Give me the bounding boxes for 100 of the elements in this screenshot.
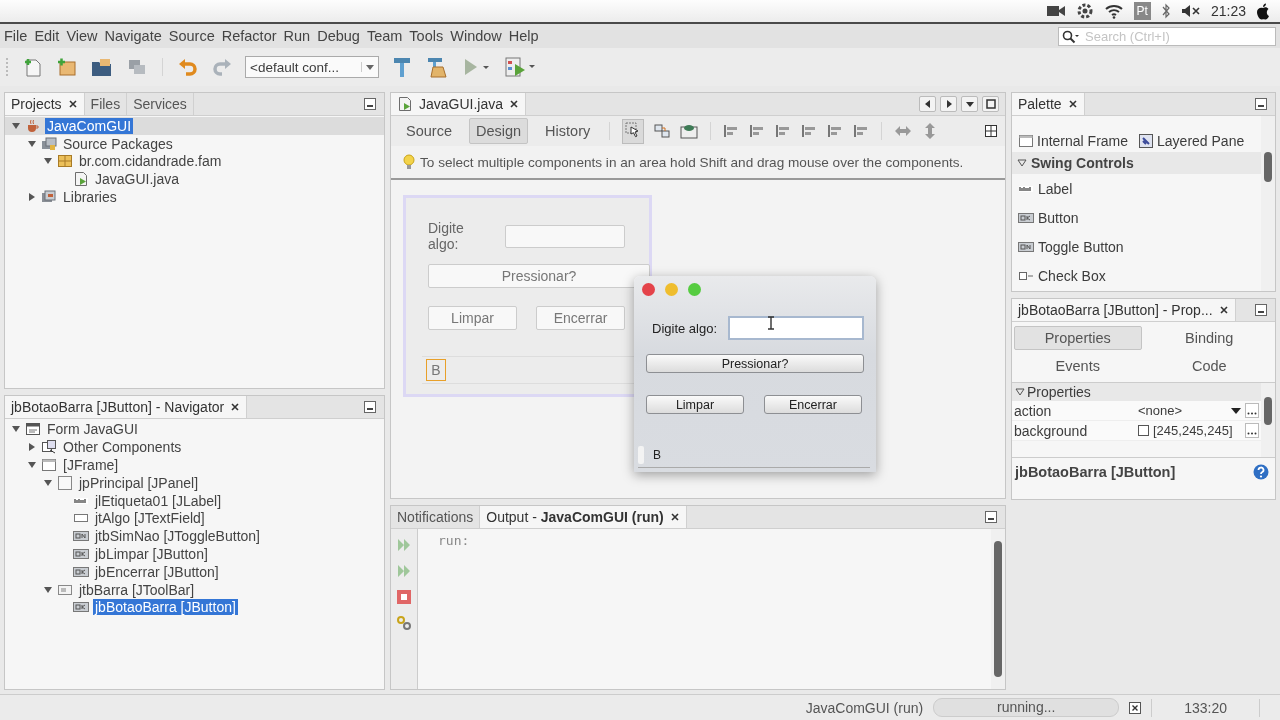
- menu-item[interactable]: Tools: [405, 28, 447, 44]
- menu-item[interactable]: Navigate: [100, 28, 165, 44]
- search-field[interactable]: Search (Ctrl+I): [1058, 26, 1276, 46]
- tree-item[interactable]: JavaGUI.java: [93, 171, 182, 188]
- expand-toggle[interactable]: [27, 442, 37, 453]
- scrollbar[interactable]: [991, 528, 1005, 689]
- clock[interactable]: 21:23: [1210, 3, 1246, 19]
- tree-item[interactable]: JavaComGUI: [45, 117, 134, 134]
- view-tab[interactable]: History: [538, 118, 598, 144]
- tree-item[interactable]: Libraries: [61, 189, 119, 206]
- tree-item[interactable]: Form JavaGUI: [45, 421, 140, 438]
- view-tab[interactable]: Source: [399, 118, 459, 144]
- menu-item[interactable]: Help: [504, 28, 542, 44]
- text-field[interactable]: [728, 316, 864, 340]
- expand-toggle[interactable]: [43, 584, 53, 595]
- menu-item[interactable]: Edit: [30, 28, 63, 44]
- align-icon[interactable]: [723, 123, 740, 139]
- tree-item[interactable]: jbLimpar [JButton]: [93, 545, 210, 562]
- align-icon[interactable]: [853, 123, 870, 139]
- close-button[interactable]: [642, 282, 655, 296]
- apple-icon[interactable]: [1256, 2, 1270, 20]
- bluetooth-icon[interactable]: [1160, 3, 1171, 19]
- palette-item[interactable]: Button: [1038, 209, 1079, 226]
- document-list-button[interactable]: [961, 96, 978, 112]
- minimize-icon[interactable]: [364, 401, 376, 414]
- expand-toggle[interactable]: [27, 459, 37, 470]
- grid-icon[interactable]: [985, 125, 997, 137]
- wifi-icon[interactable]: [1103, 3, 1124, 19]
- new-project-icon[interactable]: [56, 56, 78, 78]
- properties-tab[interactable]: Events: [1014, 354, 1142, 378]
- panel-tab[interactable]: Services: [127, 93, 194, 115]
- minimize-icon[interactable]: [985, 510, 997, 523]
- tree-item[interactable]: Source Packages: [61, 135, 175, 152]
- configuration-dropdown[interactable]: <default conf...: [245, 56, 379, 78]
- align-icon[interactable]: [775, 123, 792, 139]
- design-form[interactable]: Digite algo: Pressionar? Limpar Encerrar B: [403, 195, 652, 397]
- tree-item[interactable]: jpPrincipal [JPanel]: [77, 474, 201, 491]
- close-icon[interactable]: [67, 99, 78, 109]
- menu-item[interactable]: View: [62, 28, 101, 44]
- palette-category[interactable]: Swing Controls: [1012, 152, 1261, 174]
- editor-tab[interactable]: JavaGUI.java: [391, 93, 527, 115]
- tree-item[interactable]: jbBotaoBarra [JButton]: [93, 599, 238, 616]
- toolbar-button[interactable]: B: [426, 359, 446, 381]
- toolbar-button[interactable]: B: [650, 448, 664, 462]
- align-icon[interactable]: [801, 123, 818, 139]
- scroll-right-button[interactable]: [940, 96, 957, 112]
- menu-item[interactable]: Team: [362, 28, 406, 44]
- input-method-indicator[interactable]: Pt: [1133, 2, 1151, 20]
- close-icon[interactable]: [669, 511, 680, 522]
- palette-item[interactable]: Toggle Button: [1038, 238, 1124, 255]
- scrollbar[interactable]: [1261, 116, 1275, 291]
- minimize-icon[interactable]: [364, 98, 376, 110]
- close-icon[interactable]: [1067, 99, 1078, 109]
- tree-item[interactable]: jbEncerrar [JButton]: [93, 563, 221, 580]
- properties-tab[interactable]: Properties: [1014, 326, 1142, 350]
- minimize-icon[interactable]: [1255, 98, 1267, 110]
- toggle-button[interactable]: Pressionar?: [646, 354, 864, 373]
- expand-toggle[interactable]: [11, 120, 21, 131]
- panel-tab[interactable]: Files: [84, 93, 128, 115]
- preview-icon[interactable]: [680, 123, 699, 139]
- form-button[interactable]: Limpar: [646, 395, 744, 414]
- running-app-dialog[interactable]: Digite algo: Pressionar? Limpar Encerrar B: [634, 276, 876, 472]
- muted-speaker-icon[interactable]: [1180, 4, 1201, 18]
- panel-tab[interactable]: Projects: [5, 93, 85, 115]
- palette-item[interactable]: Layered Pane: [1157, 133, 1245, 149]
- property-value[interactable]: <none>: [1138, 403, 1183, 418]
- form-button[interactable]: Encerrar: [536, 306, 625, 330]
- form-button[interactable]: Encerrar: [764, 395, 862, 414]
- property-value[interactable]: [245,245,245]: [1153, 423, 1233, 438]
- connection-mode-icon[interactable]: [654, 123, 671, 139]
- menu-item[interactable]: Debug: [313, 28, 363, 44]
- selection-mode-button[interactable]: [622, 118, 645, 144]
- align-icon[interactable]: [749, 123, 766, 139]
- expand-toggle[interactable]: [27, 192, 37, 203]
- scrollbar[interactable]: [1261, 383, 1275, 457]
- tree-item[interactable]: [JFrame]: [61, 456, 121, 473]
- tree-item[interactable]: br.com.cidandrade.fam: [77, 153, 224, 170]
- palette-item[interactable]: Check Box: [1038, 267, 1106, 284]
- close-icon[interactable]: [1218, 305, 1229, 315]
- menu-item[interactable]: Run: [279, 28, 314, 44]
- properties-tab[interactable]: Code: [1145, 354, 1273, 378]
- gear-icon[interactable]: [1075, 2, 1094, 20]
- panel-tab[interactable]: jbBotaoBarra [JButton] - Navigator: [5, 396, 248, 419]
- tree-item[interactable]: jtbSimNao [JToggleButton]: [93, 528, 262, 545]
- expand-toggle[interactable]: [27, 138, 37, 149]
- new-file-icon[interactable]: [22, 56, 44, 78]
- stop-icon[interactable]: [396, 588, 412, 605]
- maximize-button[interactable]: [982, 96, 999, 112]
- panel-tab[interactable]: jbBotaoBarra [JButton] - Prop...: [1012, 299, 1236, 321]
- profile-icon[interactable]: [503, 55, 537, 79]
- close-icon[interactable]: [509, 99, 520, 109]
- close-icon[interactable]: [230, 402, 241, 413]
- tree-item[interactable]: jtbBarra [JToolBar]: [77, 581, 197, 598]
- tree-item[interactable]: jtAlgo [JTextField]: [93, 510, 207, 527]
- dropdown-arrow-icon[interactable]: [1231, 406, 1241, 415]
- palette-item[interactable]: Label: [1038, 180, 1073, 197]
- view-tab[interactable]: Design: [468, 118, 529, 144]
- clean-build-icon[interactable]: [425, 55, 449, 79]
- camera-icon[interactable]: [1045, 4, 1066, 18]
- panel-tab[interactable]: Palette: [1012, 93, 1085, 115]
